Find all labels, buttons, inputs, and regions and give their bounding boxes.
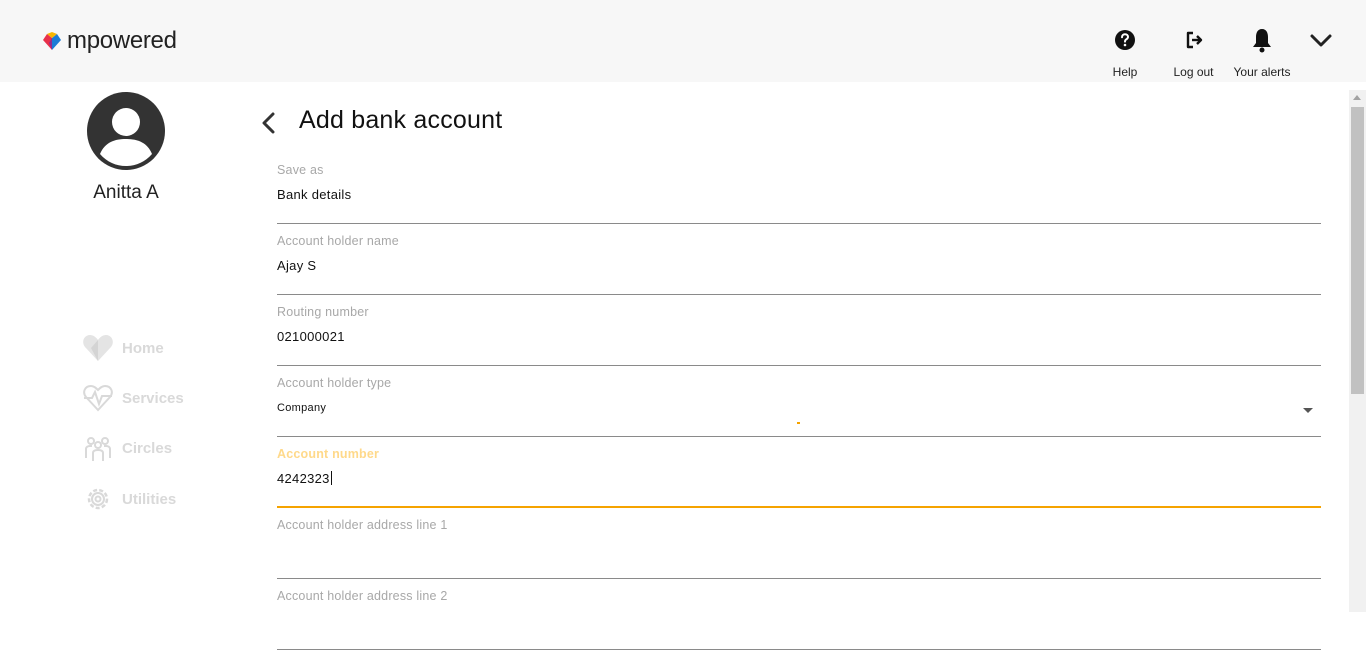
address-line-1-field[interactable]: Account holder address line 1 [277,518,1321,579]
account-holder-name-field[interactable]: Account holder name [277,234,1321,295]
address-line-1-label: Account holder address line 1 [277,518,448,532]
logout-label: Log out [1173,65,1214,79]
account-holder-name-label: Account holder name [277,234,399,248]
sidebar-item-home[interactable]: Home [80,331,200,365]
sidebar-item-label: Services [122,389,184,407]
chevron-left-icon [262,112,275,134]
account-holder-name-input[interactable] [277,258,1321,273]
alerts-button[interactable]: Your alerts [1226,26,1298,79]
heartbeat-icon [80,382,116,414]
scroll-thumb[interactable] [1351,107,1364,394]
sidebar-item-services[interactable]: Services [80,381,200,415]
save-as-field[interactable]: Save as [277,163,1321,224]
focus-indicator [797,422,800,424]
page-title: Add bank account [299,106,503,134]
back-button[interactable] [258,110,280,136]
help-icon [1115,30,1135,50]
account-holder-type-field[interactable]: Account holder type Company [277,376,1321,437]
help-label: Help [1112,65,1138,79]
help-button[interactable]: Help [1105,26,1145,79]
logout-icon [1186,31,1202,49]
routing-number-label: Routing number [277,305,369,319]
address-line-2-input[interactable] [277,613,1321,628]
text-cursor [330,471,332,485]
user-name: Anitta A [93,182,159,203]
account-number-field[interactable]: Account number 4242323 [277,447,1321,508]
chevron-down-icon [1310,34,1332,47]
routing-number-input[interactable] [277,329,1321,344]
user-avatar-icon [87,92,165,170]
sidebar-item-label: Circles [122,439,173,457]
address-line-2-label: Account holder address line 2 [277,589,448,603]
scrollbar[interactable] [1349,90,1366,612]
logo-text: mpowered [67,27,177,54]
avatar[interactable] [87,92,165,170]
sidebar-item-utilities[interactable]: Utilities [80,482,200,516]
bell-icon [1253,29,1271,53]
routing-number-field[interactable]: Routing number [277,305,1321,366]
address-line-1-input[interactable] [277,542,1321,557]
save-as-input[interactable] [277,187,1321,202]
save-as-label: Save as [277,163,324,177]
top-bar: mpowered Help Log out Your alerts [0,0,1366,82]
dropdown-arrow-icon[interactable] [1303,408,1313,413]
address-line-2-field[interactable]: Account holder address line 2 [277,589,1321,650]
alerts-label: Your alerts [1233,65,1291,79]
gear-icon [80,483,116,515]
account-number-input[interactable]: 4242323 [277,471,1321,486]
account-menu-toggle[interactable] [1308,30,1334,50]
logo[interactable]: mpowered [41,28,177,54]
account-holder-type-select[interactable]: Company [277,402,1321,414]
sidebar-item-circles[interactable]: Circles [80,431,200,465]
account-number-label: Account number [277,447,380,461]
sidebar-item-label: Home [122,339,164,357]
logout-button[interactable]: Log out [1166,26,1221,79]
account-number-value: 4242323 [277,471,330,486]
account-holder-type-label: Account holder type [277,376,392,390]
people-icon [80,432,116,464]
heart-icon [80,332,116,364]
scroll-up-arrow-icon[interactable] [1353,95,1361,100]
logo-mark-icon [43,32,61,50]
sidebar-item-label: Utilities [122,490,177,508]
